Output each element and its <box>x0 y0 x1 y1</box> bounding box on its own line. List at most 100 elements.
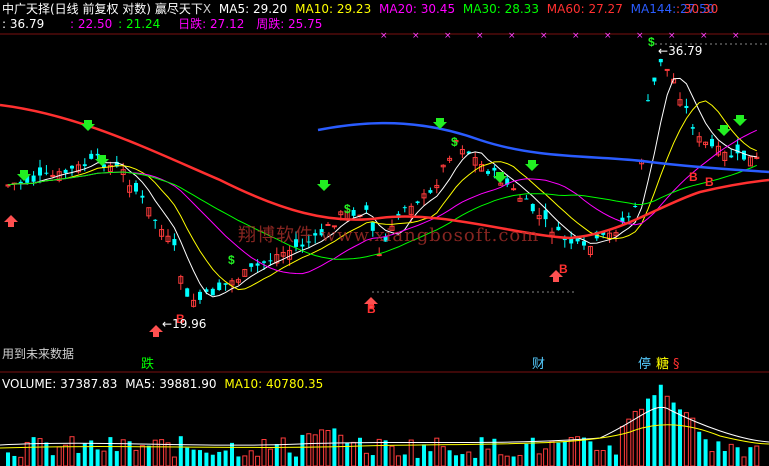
candle-body <box>543 210 548 220</box>
chart-subtitle-row: : 36.79 : 22.50 : 21.24 日跌: 27.12 周跌: 25… <box>2 17 322 31</box>
row2-left-number: 36.79 <box>9 17 45 31</box>
volume-bar <box>607 445 612 466</box>
signal-x-marker: × <box>604 31 612 41</box>
volume-bar <box>18 456 24 466</box>
volume-ma5: MA5: 39881.90 <box>125 377 217 391</box>
candle-body <box>50 174 56 177</box>
candle-body <box>402 207 407 209</box>
volume-bar <box>543 448 549 466</box>
volume-bar <box>664 395 670 466</box>
candle-body <box>415 201 420 204</box>
candle-body <box>428 190 433 193</box>
tag-drop[interactable]: 跌 <box>140 358 155 372</box>
low-price-label: ←19.96 <box>162 317 206 331</box>
high-price-value: 36.79 <box>668 44 703 58</box>
volume-bar <box>389 445 395 466</box>
volume-bar <box>101 450 107 466</box>
buy-arrow-icon <box>149 325 163 337</box>
buy-b-marker: B <box>559 262 568 276</box>
candle-body <box>198 291 202 300</box>
volume-bar <box>562 441 567 466</box>
tag-section[interactable]: § <box>672 358 681 372</box>
volume-bar <box>517 454 523 466</box>
signal-x-marker: × <box>636 31 644 41</box>
buy-b-marker: B <box>705 175 714 189</box>
volume-bar <box>454 455 458 466</box>
buy-b-marker: B <box>689 170 698 184</box>
candle-body <box>364 205 369 210</box>
volume-bars <box>6 384 760 466</box>
candle-body <box>185 288 190 297</box>
volume-bar <box>217 451 222 466</box>
candles <box>5 58 760 308</box>
sell-arrow-icon <box>81 120 95 131</box>
volume-bar <box>741 456 747 466</box>
right-value: 30.30 <box>683 2 719 16</box>
volume-bar <box>338 434 344 466</box>
candle-body <box>89 153 94 159</box>
volume-bar <box>114 451 119 466</box>
close-indicator-icon[interactable]: X <box>203 2 211 16</box>
candle-body <box>556 226 561 231</box>
candle-body <box>351 210 356 216</box>
volume-bar <box>280 437 286 466</box>
volume-bar <box>504 455 510 466</box>
ma10-value: MA10: 29.23 <box>295 2 372 16</box>
sell-arrow-icon <box>317 180 331 191</box>
candle-body <box>658 59 663 63</box>
volume-bar <box>498 454 504 466</box>
row2-v2-number: 21.24 <box>125 17 161 31</box>
sell-s-marker: $ <box>228 253 235 267</box>
candle-body <box>210 288 215 296</box>
volume-bar <box>24 441 30 466</box>
signal-x-marker: × <box>700 31 708 41</box>
ma5-line <box>7 77 757 298</box>
low-price-value: 19.96 <box>172 317 207 331</box>
volume-bar <box>185 447 190 466</box>
sell-arrow-icon <box>733 115 747 126</box>
sell-s-marker: $ <box>344 202 351 216</box>
right-colon: : <box>676 2 684 16</box>
volume-bar <box>754 445 760 466</box>
volume-bar <box>415 457 420 466</box>
tag-suspend[interactable]: 停 <box>637 358 652 372</box>
volume-bar <box>312 434 318 466</box>
row2-v1: : 22.50 <box>70 17 113 31</box>
row2-v1-number: 22.50 <box>77 17 113 31</box>
volume-bar <box>511 456 516 466</box>
volume-bar <box>683 412 689 466</box>
volume-bar <box>223 450 228 466</box>
candle-body <box>626 216 631 218</box>
candle-body <box>742 150 746 160</box>
ma5-value: MA5: 29.20 <box>218 2 288 16</box>
volume-bar <box>447 450 452 466</box>
indicator-name[interactable]: 赢尽天下 <box>155 2 203 16</box>
volume-bar <box>171 456 177 466</box>
volume-bar <box>236 456 241 466</box>
sell-s-marker: $ <box>451 135 458 149</box>
sell-s-marker: $ <box>648 35 655 49</box>
tag-finance[interactable]: 财 <box>531 358 546 372</box>
volume-bar <box>108 437 113 466</box>
high-arrow: ← <box>658 44 669 58</box>
volume-bar <box>600 450 606 466</box>
volume-bar <box>588 441 593 466</box>
signal-x-marker: × <box>508 31 516 41</box>
volume-bar <box>716 441 721 466</box>
ma30-value: MA30: 28.33 <box>462 2 539 16</box>
stock-title: 中广天择(日线 前复权 对数) <box>2 2 151 16</box>
volume-bar <box>63 444 69 466</box>
tag-suspend-text: 停 <box>638 357 652 372</box>
volume-bar <box>89 440 94 466</box>
volume-bar <box>479 437 484 466</box>
volume-bar <box>191 449 196 466</box>
volume-bar <box>556 442 561 466</box>
tag-sugar[interactable]: 糖 <box>655 358 670 372</box>
candle-body <box>646 100 650 102</box>
volume-bar <box>428 451 433 466</box>
volume-bar <box>395 455 401 466</box>
candle-body <box>664 68 670 71</box>
volume-bar <box>95 449 100 466</box>
ma20-value: MA20: 30.45 <box>379 2 456 16</box>
volume-bar <box>460 454 465 466</box>
